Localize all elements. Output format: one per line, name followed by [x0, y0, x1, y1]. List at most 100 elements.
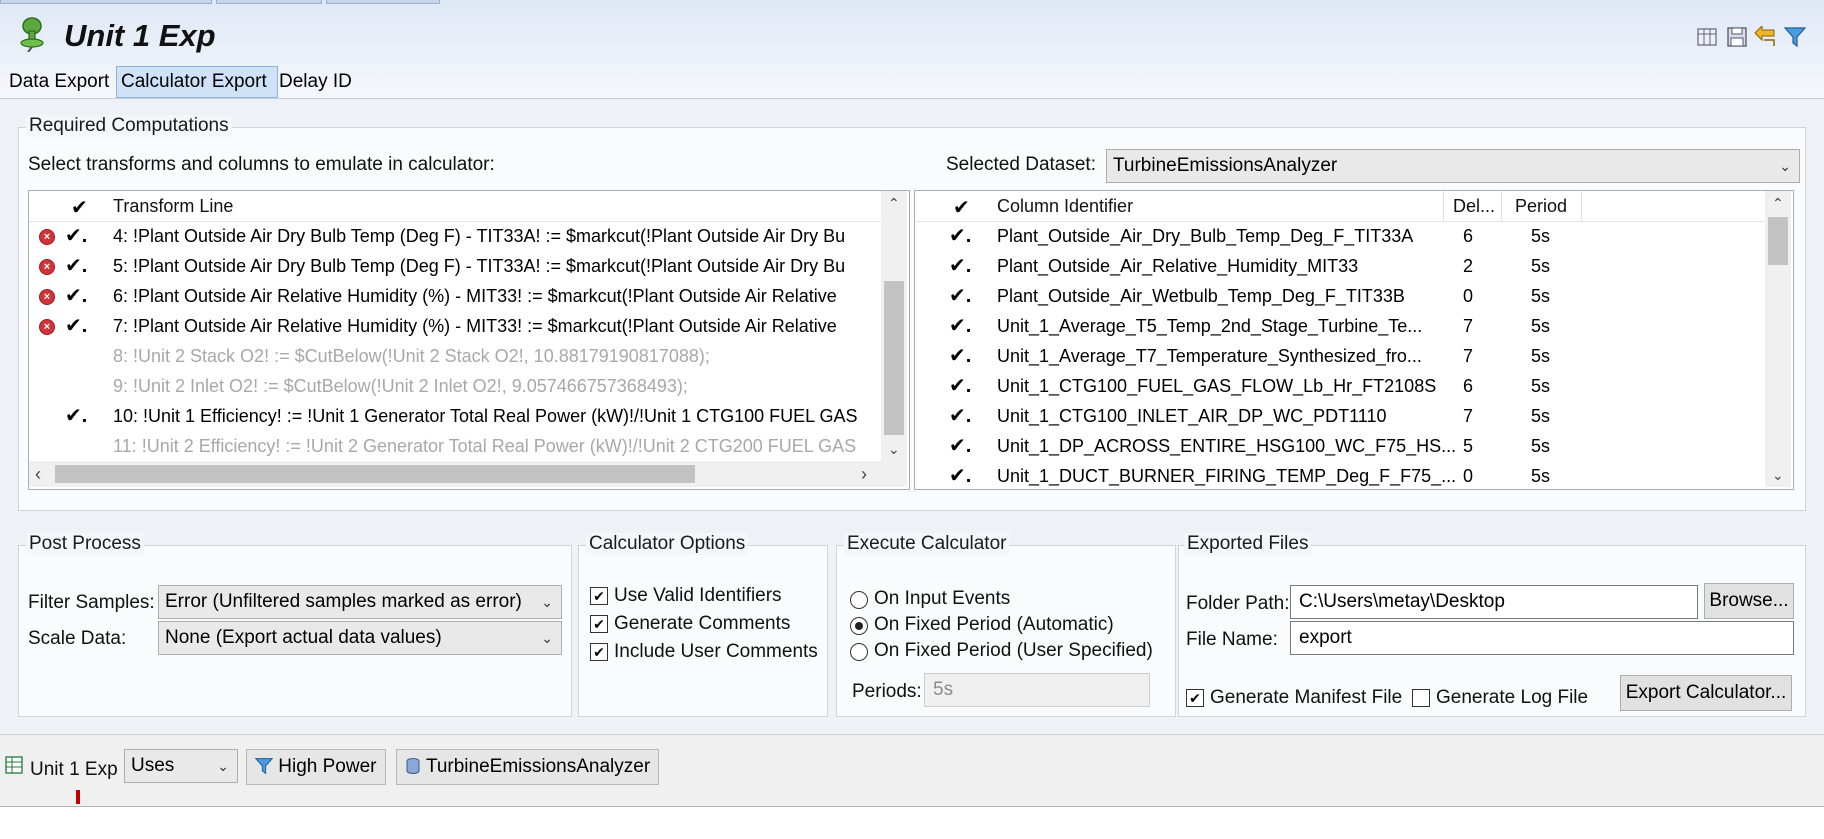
column-row[interactable]: ✔. Plant_Outside_Air_Wetbulb_Temp_Deg_F_T…	[915, 281, 1765, 311]
row-checkbox[interactable]: ✔.	[65, 401, 87, 431]
generate-manifest-checkbox[interactable]: ✔	[1186, 689, 1204, 707]
period-header[interactable]: Period	[1515, 196, 1567, 217]
delay-header[interactable]: Del...	[1453, 196, 1495, 217]
transform-row[interactable]: × ✔. 4: !Plant Outside Air Dry Bulb Temp (…	[29, 221, 881, 251]
dataset-select[interactable]: TurbineEmissionsAnalyzer ⌄	[1106, 149, 1800, 183]
uses-select[interactable]: Uses ⌄	[124, 749, 238, 783]
transform-line-header[interactable]: Transform Line	[113, 196, 233, 217]
column-identifier: Plant_Outside_Air_Wetbulb_Temp_Deg_F_TIT…	[997, 286, 1405, 306]
tab-delay-id[interactable]: Delay ID	[274, 66, 358, 98]
columns-vscroll-thumb[interactable]	[1768, 217, 1788, 265]
column-period: 5s	[1531, 436, 1551, 456]
column-identifier-header[interactable]: Column Identifier	[997, 196, 1133, 217]
row-checkbox[interactable]: ✔.	[65, 311, 87, 341]
high-power-filter-button[interactable]: High Power	[246, 749, 386, 785]
column-row[interactable]: ✔. Unit_1_DUCT_BURNER_FIRING_TEMP_Deg_F_F…	[915, 461, 1765, 489]
row-checkbox[interactable]: ✔.	[949, 311, 971, 341]
transform-row[interactable]: × ✔. 5: !Plant Outside Air Dry Bulb Temp (…	[29, 251, 881, 281]
transforms-vscroll-thumb[interactable]	[884, 281, 904, 435]
instruction-text: Select transforms and columns to emulate…	[28, 154, 495, 175]
column-row[interactable]: ✔. Plant_Outside_Air_Relative_Humidity_MI…	[915, 251, 1765, 281]
editor-tab-strip-3[interactable]	[326, 0, 440, 4]
error-icon: ×	[39, 289, 55, 305]
transforms-hscroll-thumb[interactable]	[55, 465, 695, 483]
column-row[interactable]: ✔. Unit_1_CTG100_FUEL_GAS_FLOW_Lb_Hr_FT21…	[915, 371, 1765, 401]
use-valid-identifiers-label: Use Valid Identifiers	[614, 585, 782, 606]
columns-table[interactable]: ✔ Column Identifier Del... Period ✔. Plan…	[914, 190, 1794, 490]
chevron-down-icon: ⌄	[541, 630, 553, 646]
on-input-events-radio[interactable]	[850, 591, 868, 609]
generate-comments-checkbox[interactable]: ✔	[590, 615, 608, 633]
filter-samples-select[interactable]: Error (Unfiltered samples marked as erro…	[158, 585, 562, 619]
tab-data-export[interactable]: Data Export	[4, 66, 120, 98]
columns-vscroll[interactable]: ⌃ ⌄	[1765, 191, 1791, 487]
error-icon: ×	[39, 319, 55, 335]
transform-row[interactable]: 9: !Unit 2 Inlet O2! := $CutBelow(!Unit …	[29, 371, 881, 401]
on-fixed-period-user-radio[interactable]	[850, 643, 868, 661]
row-checkbox[interactable]: ✔.	[65, 281, 87, 311]
transform-row[interactable]: × ✔. 6: !Plant Outside Air Relative Humidi…	[29, 281, 881, 311]
column-delay: 5	[1463, 436, 1474, 456]
browse-button[interactable]: Browse...	[1704, 583, 1794, 619]
include-user-comments-checkbox[interactable]: ✔	[590, 643, 608, 661]
columns-icon[interactable]	[1696, 26, 1720, 48]
row-checkbox[interactable]: ✔.	[65, 251, 87, 281]
column-period: 5s	[1531, 346, 1551, 366]
error-icon: ×	[39, 259, 55, 275]
row-checkbox[interactable]: ✔.	[949, 281, 971, 311]
use-valid-identifiers-checkbox[interactable]: ✔	[590, 587, 608, 605]
filter-icon[interactable]	[1784, 26, 1806, 48]
column-identifier: Unit_1_Average_T7_Temperature_Synthesize…	[997, 346, 1422, 366]
column-row[interactable]: ✔. Unit_1_Average_T7_Temperature_Synthesi…	[915, 341, 1765, 371]
periods-input[interactable]: 5s	[924, 673, 1150, 707]
column-row[interactable]: ✔. Unit_1_CTG100_INLET_AIR_DP_WC_PDT1110 7…	[915, 401, 1765, 431]
column-identifier: Plant_Outside_Air_Dry_Bulb_Temp_Deg_F_TI…	[997, 226, 1414, 246]
header-separator	[1581, 191, 1582, 221]
column-period: 5s	[1531, 256, 1551, 276]
editor-tab-strip-1[interactable]	[0, 0, 212, 4]
transform-row[interactable]: 8: !Unit 2 Stack O2! := $CutBelow(!Unit …	[29, 341, 881, 371]
back-icon[interactable]	[1754, 26, 1778, 48]
scale-data-select[interactable]: None (Export actual data values) ⌄	[158, 621, 562, 655]
filter-samples-value: Error (Unfiltered samples marked as erro…	[165, 591, 522, 612]
column-delay: 7	[1463, 406, 1474, 426]
transform-text: 11: !Unit 2 Efficiency! := !Unit 2 Gener…	[113, 436, 857, 456]
transforms-hscroll[interactable]: ‹ ›	[29, 461, 907, 487]
row-checkbox[interactable]: ✔.	[949, 401, 971, 431]
column-delay: 2	[1463, 256, 1474, 276]
row-checkbox[interactable]: ✔.	[949, 371, 971, 401]
chevron-down-icon: ⌄	[217, 758, 229, 774]
tab-calculator-export[interactable]: Calculator Export	[116, 66, 278, 98]
folder-path-input[interactable]: C:\Users\metay\Desktop	[1290, 585, 1698, 619]
exported-files-label: Exported Files	[1184, 533, 1312, 555]
column-delay: 7	[1463, 316, 1474, 336]
file-name-input[interactable]: export	[1290, 621, 1794, 655]
transform-row[interactable]: × ✔. 7: !Plant Outside Air Relative Humidi…	[29, 311, 881, 341]
transforms-vscroll[interactable]: ⌃ ⌄	[881, 191, 907, 461]
transform-row[interactable]: 11: !Unit 2 Efficiency! := !Unit 2 Gener…	[29, 431, 881, 461]
transforms-table[interactable]: ✔ Transform Line × ✔. 4: !Plant Outside Ai…	[28, 190, 910, 490]
export-calculator-button[interactable]: Export Calculator...	[1620, 675, 1792, 711]
on-fixed-period-automatic-radio[interactable]	[850, 617, 868, 635]
transform-text: 8: !Unit 2 Stack O2! := $CutBelow(!Unit …	[113, 346, 710, 366]
column-delay: 0	[1463, 466, 1474, 486]
file-name-label: File Name:	[1186, 629, 1278, 650]
check-column-icon[interactable]: ✔	[71, 195, 88, 220]
check-column-icon[interactable]: ✔	[953, 195, 970, 220]
column-row[interactable]: ✔. Plant_Outside_Air_Dry_Bulb_Temp_Deg_F_…	[915, 221, 1765, 251]
generate-log-checkbox[interactable]	[1412, 689, 1430, 707]
row-checkbox[interactable]: ✔.	[949, 251, 971, 281]
column-row[interactable]: ✔. Unit_1_DP_ACROSS_ENTIRE_HSG100_WC_F75_…	[915, 431, 1765, 461]
calculator-export-panel: Required Computations Select transforms …	[0, 98, 1824, 735]
row-checkbox[interactable]: ✔.	[65, 221, 87, 251]
dataset-button[interactable]: TurbineEmissionsAnalyzer	[396, 749, 660, 785]
transform-row[interactable]: ✔. 10: !Unit 1 Efficiency! := !Unit 1 Gen…	[29, 401, 881, 431]
row-checkbox[interactable]: ✔.	[949, 461, 971, 489]
row-checkbox[interactable]: ✔.	[949, 221, 971, 251]
column-row[interactable]: ✔. Unit_1_Average_T5_Temp_2nd_Stage_Turbi…	[915, 311, 1765, 341]
row-checkbox[interactable]: ✔.	[949, 431, 971, 461]
editor-tab-strip-2[interactable]	[216, 0, 322, 4]
save-icon[interactable]	[1726, 26, 1748, 48]
spreadsheet-icon	[5, 756, 23, 774]
row-checkbox[interactable]: ✔.	[949, 341, 971, 371]
